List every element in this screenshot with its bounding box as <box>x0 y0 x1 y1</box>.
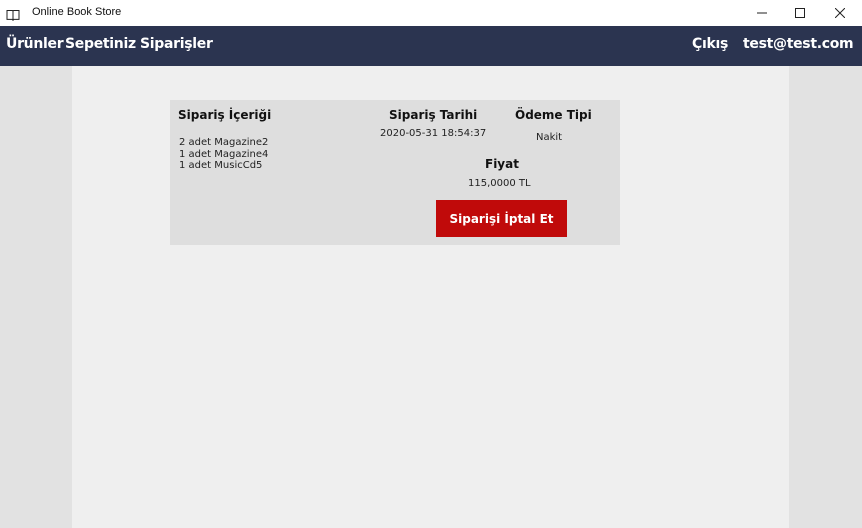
window-title: Online Book Store <box>32 6 122 18</box>
order-date-value: 2020-05-31 18:54:37 <box>380 128 487 139</box>
order-card: Sipariş İçeriği 2 adet Magazine2 1 adet … <box>170 100 620 245</box>
payment-type-value: Nakit <box>536 132 563 143</box>
close-icon <box>835 8 845 18</box>
maximize-icon <box>795 8 805 18</box>
order-item: 1 adet MusicCd5 <box>179 160 263 171</box>
right-side-panel <box>789 66 862 528</box>
price-value: 115,0000 TL <box>468 178 531 189</box>
price-header: Fiyat <box>485 157 519 171</box>
minimize-icon <box>757 12 767 14</box>
window-titlebar: Online Book Store <box>0 0 862 26</box>
minimize-button[interactable] <box>742 0 782 26</box>
maximize-button[interactable] <box>780 0 820 26</box>
nav-cart-link[interactable]: Sepetiniz <box>65 36 136 52</box>
nav-products-link[interactable]: Ürünler <box>6 36 64 52</box>
left-side-panel <box>0 66 72 528</box>
nav-orders-link[interactable]: Siparişler <box>140 36 213 52</box>
order-item: 2 adet Magazine2 <box>179 137 269 148</box>
open-book-icon <box>6 6 22 22</box>
order-contents-header: Sipariş İçeriği <box>178 108 272 122</box>
order-date-header: Sipariş Tarihi <box>389 108 478 122</box>
nav-user-email[interactable]: test@test.com <box>743 36 854 52</box>
order-items-list: 2 adet Magazine2 1 adet Magazine4 1 adet… <box>179 137 268 172</box>
top-navbar: Ürünler Sepetiniz Siparişler Çıkış test@… <box>0 26 862 66</box>
close-button[interactable] <box>820 0 860 26</box>
nav-logout-link[interactable]: Çıkış <box>692 36 728 52</box>
cancel-order-button[interactable]: Siparişi İptal Et <box>436 200 567 237</box>
order-item: 1 adet Magazine4 <box>179 148 269 160</box>
payment-type-header: Ödeme Tipi <box>515 108 592 122</box>
